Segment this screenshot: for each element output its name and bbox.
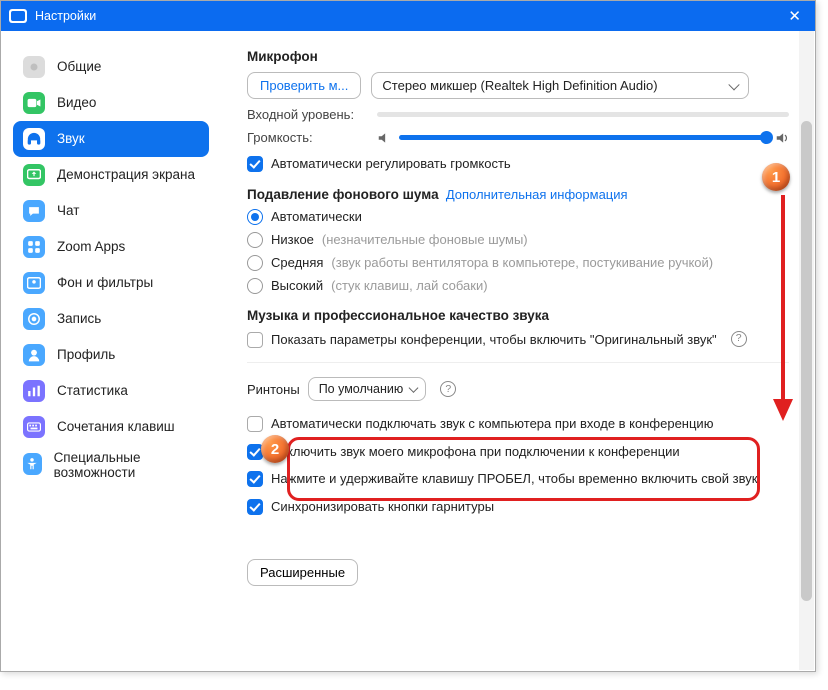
noise-option-label: Высокий: [271, 278, 323, 293]
sidebar-item-label: Запись: [57, 312, 101, 327]
pro-audio-title: Музыка и профессиональное качество звука: [247, 308, 789, 323]
close-icon[interactable]: ✕: [782, 5, 807, 27]
noise-option-label: Низкое: [271, 232, 314, 247]
noise-radio-high[interactable]: [247, 278, 263, 294]
camera-icon: [23, 92, 45, 114]
sync-headset-label: Синхронизировать кнопки гарнитуры: [271, 498, 494, 516]
auto-join-audio-checkbox[interactable]: [247, 416, 263, 432]
help-icon[interactable]: ?: [731, 331, 747, 347]
titlebar[interactable]: Настройки ✕: [1, 1, 815, 31]
ringtones-select[interactable]: По умолчанию: [308, 377, 427, 401]
mute-on-join-checkbox[interactable]: [247, 444, 263, 460]
sidebar-item-label: Профиль: [57, 348, 115, 363]
sync-headset-checkbox[interactable]: [247, 499, 263, 515]
sidebar-item-audio[interactable]: Звук: [13, 121, 209, 157]
sidebar-item-chat[interactable]: Чат: [13, 193, 209, 229]
record-icon: [23, 308, 45, 330]
noise-option-label: Автоматически: [271, 209, 362, 224]
settings-window: Настройки ✕ Общие Видео Звук Демонстраци…: [0, 0, 816, 672]
sidebar-item-label: Демонстрация экрана: [57, 168, 195, 183]
volume-label: Громкость:: [247, 130, 377, 145]
chat-icon: [23, 200, 45, 222]
noise-option-hint: (незначительные фоновые шумы): [322, 232, 528, 247]
sidebar-item-profile[interactable]: Профиль: [13, 337, 209, 373]
test-mic-button[interactable]: Проверить м...: [247, 72, 361, 99]
speaker-high-icon: [775, 131, 789, 145]
ringtones-value: По умолчанию: [319, 382, 404, 396]
headphones-icon: [23, 128, 45, 150]
zoom-logo-icon: [9, 9, 27, 23]
gear-icon: [23, 56, 45, 78]
sidebar-item-accessibility[interactable]: Специальные возможности: [13, 445, 209, 487]
noise-more-link[interactable]: Дополнительная информация: [446, 187, 628, 202]
noise-option-hint: (звук работы вентилятора в компьютере, п…: [331, 255, 713, 270]
input-level-label: Входной уровень:: [247, 107, 377, 122]
sidebar-item-label: Zoom Apps: [57, 240, 125, 255]
noise-radio-auto[interactable]: [247, 209, 263, 225]
advanced-button[interactable]: Расширенные: [247, 559, 358, 586]
mic-device-select[interactable]: Стерео микшер (Realtek High Definition A…: [371, 72, 749, 99]
sidebar-item-shortcuts[interactable]: Сочетания клавиш: [13, 409, 209, 445]
original-sound-checkbox[interactable]: [247, 332, 263, 348]
mic-device-value: Стерео микшер (Realtek High Definition A…: [382, 78, 657, 93]
sidebar-item-label: Звук: [57, 132, 85, 147]
sidebar-item-label: Видео: [57, 96, 96, 111]
sidebar-item-stats[interactable]: Статистика: [13, 373, 209, 409]
sidebar-item-share[interactable]: Демонстрация экрана: [13, 157, 209, 193]
space-unmute-checkbox[interactable]: [247, 471, 263, 487]
background-icon: [23, 272, 45, 294]
mic-volume-slider[interactable]: [399, 135, 767, 140]
sidebar-item-general[interactable]: Общие: [13, 49, 209, 85]
noise-radio-medium[interactable]: [247, 255, 263, 271]
accessibility-icon: [23, 453, 42, 475]
content-pane: Микрофон Проверить м... Стерео микшер (R…: [219, 31, 815, 671]
sidebar-item-label: Сочетания клавиш: [57, 420, 175, 435]
sidebar-item-label: Фон и фильтры: [57, 276, 153, 291]
mute-on-join-label: Отключить звук моего микрофона при подкл…: [271, 443, 680, 461]
sidebar-item-label: Общие: [57, 60, 101, 75]
noise-section-title: Подавление фонового шума: [247, 187, 439, 202]
auto-join-audio-label: Автоматически подключать звук с компьюте…: [271, 415, 713, 433]
window-title: Настройки: [35, 9, 96, 23]
keyboard-icon: [23, 416, 45, 438]
speaker-low-icon: [377, 131, 391, 145]
space-unmute-label: Нажмите и удерживайте клавишу ПРОБЕЛ, чт…: [271, 470, 757, 488]
stats-icon: [23, 380, 45, 402]
share-screen-icon: [23, 164, 45, 186]
auto-adjust-checkbox[interactable]: [247, 156, 263, 172]
auto-adjust-label: Автоматически регулировать громкость: [271, 155, 511, 173]
noise-option-label: Средняя: [271, 255, 323, 270]
sidebar-item-apps[interactable]: Zoom Apps: [13, 229, 209, 265]
scrollbar-thumb[interactable]: [801, 121, 812, 601]
noise-radio-low[interactable]: [247, 232, 263, 248]
sidebar-item-label: Чат: [57, 204, 79, 219]
noise-option-hint: (стук клавиш, лай собаки): [331, 278, 487, 293]
sidebar: Общие Видео Звук Демонстрация экрана Чат…: [1, 31, 219, 671]
sidebar-item-label: Специальные возможности: [54, 451, 199, 481]
sidebar-item-label: Статистика: [57, 384, 128, 399]
apps-icon: [23, 236, 45, 258]
mic-section-title: Микрофон: [247, 49, 789, 64]
input-level-meter: [377, 112, 789, 117]
sidebar-item-background[interactable]: Фон и фильтры: [13, 265, 209, 301]
sidebar-item-video[interactable]: Видео: [13, 85, 209, 121]
sidebar-item-recording[interactable]: Запись: [13, 301, 209, 337]
scrollbar[interactable]: [799, 31, 814, 670]
profile-icon: [23, 344, 45, 366]
ringtones-label: Ринтоны: [247, 382, 300, 397]
original-sound-label: Показать параметры конференции, чтобы вк…: [271, 331, 717, 349]
help-icon[interactable]: ?: [440, 381, 456, 397]
